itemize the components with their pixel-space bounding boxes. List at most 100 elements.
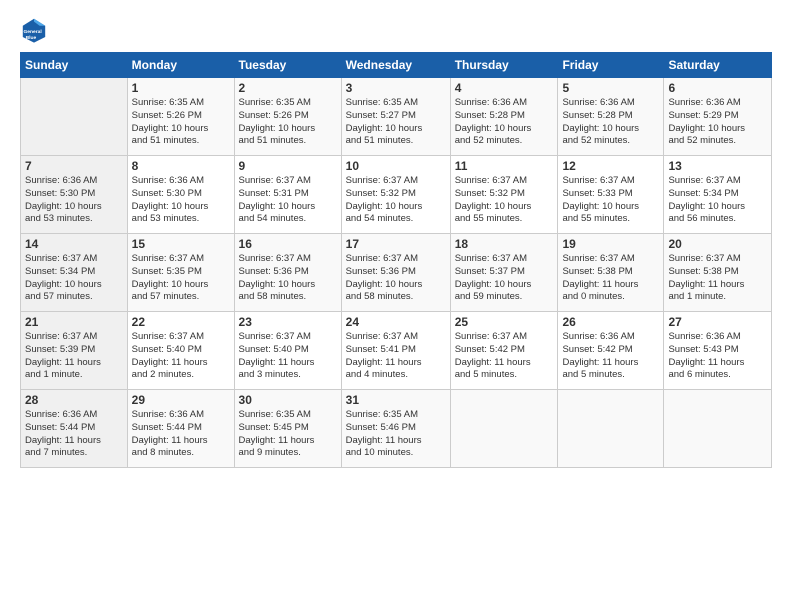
day-number: 21 [25, 315, 123, 329]
calendar-cell: 25Sunrise: 6:37 AM Sunset: 5:42 PM Dayli… [450, 312, 558, 390]
day-number: 10 [346, 159, 446, 173]
cell-content: Sunrise: 6:36 AM Sunset: 5:43 PM Dayligh… [668, 331, 767, 382]
calendar-cell: 22 Sunrise: 6:37 AM Sunset: 5:40 PM Dayli… [127, 312, 234, 390]
calendar-cell [664, 390, 772, 468]
calendar-table: SundayMondayTuesdayWednesdayThursdayFrid… [20, 52, 772, 468]
day-number: 2 [239, 81, 337, 95]
column-header-saturday: Saturday [664, 53, 772, 78]
week-row-3: 14 Sunrise: 6:37 AM Sunset: 5:34 PM Dayli… [21, 234, 772, 312]
cell-content: Sunrise: 6:36 AM Sunset: 5:30 PM Dayligh… [25, 175, 123, 226]
calendar-cell: 14 Sunrise: 6:37 AM Sunset: 5:34 PM Dayli… [21, 234, 128, 312]
cell-content: Sunrise: 6:37 AM Sunset: 5:37 PM Dayligh… [455, 253, 554, 304]
svg-text:General: General [24, 29, 43, 35]
day-number: 27 [668, 315, 767, 329]
calendar-cell: 7 Sunrise: 6:36 AM Sunset: 5:30 PM Daylig… [21, 156, 128, 234]
day-number: 8 [132, 159, 230, 173]
cell-content: Sunrise: 6:37 AM Sunset: 5:36 PM Dayligh… [346, 253, 446, 304]
cell-content: Sunrise: 6:35 AM Sunset: 5:45 PM Dayligh… [239, 409, 337, 460]
calendar-cell: 28 Sunrise: 6:36 AM Sunset: 5:44 PM Dayli… [21, 390, 128, 468]
cell-content: Sunrise: 6:36 AM Sunset: 5:28 PM Dayligh… [562, 97, 659, 148]
calendar-cell: 15Sunrise: 6:37 AM Sunset: 5:35 PM Dayli… [127, 234, 234, 312]
day-number: 17 [346, 237, 446, 251]
calendar-cell: 17 Sunrise: 6:37 AM Sunset: 5:36 PM Dayli… [341, 234, 450, 312]
cell-content: Sunrise: 6:35 AM Sunset: 5:27 PM Dayligh… [346, 97, 446, 148]
day-number: 19 [562, 237, 659, 251]
day-number: 14 [25, 237, 123, 251]
day-number: 22 [132, 315, 230, 329]
calendar-cell: 9 Sunrise: 6:37 AM Sunset: 5:31 PM Daylig… [234, 156, 341, 234]
cell-content: Sunrise: 6:37 AM Sunset: 5:41 PM Dayligh… [346, 331, 446, 382]
cell-content: Sunrise: 6:37 AM Sunset: 5:40 PM Dayligh… [132, 331, 230, 382]
week-row-4: 21 Sunrise: 6:37 AM Sunset: 5:39 PM Dayli… [21, 312, 772, 390]
calendar-cell: 13 Sunrise: 6:37 AM Sunset: 5:34 PM Dayli… [664, 156, 772, 234]
day-number: 7 [25, 159, 123, 173]
logo: General Blue [20, 16, 52, 44]
cell-content: Sunrise: 6:36 AM Sunset: 5:42 PM Dayligh… [562, 331, 659, 382]
day-number: 24 [346, 315, 446, 329]
day-number: 9 [239, 159, 337, 173]
calendar-cell: 30Sunrise: 6:35 AM Sunset: 5:45 PM Dayli… [234, 390, 341, 468]
calendar-cell: 11 Sunrise: 6:37 AM Sunset: 5:32 PM Dayli… [450, 156, 558, 234]
calendar-cell [558, 390, 664, 468]
day-number: 31 [346, 393, 446, 407]
page: General Blue SundayMondayTuesdayWednesda… [0, 0, 792, 478]
calendar-cell: 10Sunrise: 6:37 AM Sunset: 5:32 PM Dayli… [341, 156, 450, 234]
calendar-cell: 27 Sunrise: 6:36 AM Sunset: 5:43 PM Dayli… [664, 312, 772, 390]
column-header-sunday: Sunday [21, 53, 128, 78]
day-number: 18 [455, 237, 554, 251]
calendar-cell: 24 Sunrise: 6:37 AM Sunset: 5:41 PM Dayli… [341, 312, 450, 390]
cell-content: Sunrise: 6:37 AM Sunset: 5:31 PM Dayligh… [239, 175, 337, 226]
cell-content: Sunrise: 6:37 AM Sunset: 5:40 PM Dayligh… [239, 331, 337, 382]
cell-content: Sunrise: 6:36 AM Sunset: 5:30 PM Dayligh… [132, 175, 230, 226]
cell-content: Sunrise: 6:37 AM Sunset: 5:39 PM Dayligh… [25, 331, 123, 382]
calendar-cell: 31Sunrise: 6:35 AM Sunset: 5:46 PM Dayli… [341, 390, 450, 468]
cell-content: Sunrise: 6:37 AM Sunset: 5:38 PM Dayligh… [668, 253, 767, 304]
cell-content: Sunrise: 6:37 AM Sunset: 5:34 PM Dayligh… [668, 175, 767, 226]
cell-content: Sunrise: 6:37 AM Sunset: 5:32 PM Dayligh… [455, 175, 554, 226]
day-number: 12 [562, 159, 659, 173]
cell-content: Sunrise: 6:37 AM Sunset: 5:34 PM Dayligh… [25, 253, 123, 304]
day-number: 29 [132, 393, 230, 407]
day-number: 4 [455, 81, 554, 95]
calendar-cell: 18 Sunrise: 6:37 AM Sunset: 5:37 PM Dayli… [450, 234, 558, 312]
column-header-friday: Friday [558, 53, 664, 78]
calendar-cell: 29 Sunrise: 6:36 AM Sunset: 5:44 PM Dayli… [127, 390, 234, 468]
calendar-cell: 21 Sunrise: 6:37 AM Sunset: 5:39 PM Dayli… [21, 312, 128, 390]
week-row-2: 7 Sunrise: 6:36 AM Sunset: 5:30 PM Daylig… [21, 156, 772, 234]
day-number: 13 [668, 159, 767, 173]
calendar-cell: 6Sunrise: 6:36 AM Sunset: 5:29 PM Daylig… [664, 78, 772, 156]
day-number: 3 [346, 81, 446, 95]
cell-content: Sunrise: 6:35 AM Sunset: 5:26 PM Dayligh… [132, 97, 230, 148]
cell-content: Sunrise: 6:37 AM Sunset: 5:38 PM Dayligh… [562, 253, 659, 304]
cell-content: Sunrise: 6:37 AM Sunset: 5:42 PM Dayligh… [455, 331, 554, 382]
column-header-wednesday: Wednesday [341, 53, 450, 78]
day-number: 28 [25, 393, 123, 407]
cell-content: Sunrise: 6:37 AM Sunset: 5:33 PM Dayligh… [562, 175, 659, 226]
week-row-5: 28 Sunrise: 6:36 AM Sunset: 5:44 PM Dayli… [21, 390, 772, 468]
header: General Blue [20, 16, 772, 44]
column-header-monday: Monday [127, 53, 234, 78]
day-number: 16 [239, 237, 337, 251]
cell-content: Sunrise: 6:37 AM Sunset: 5:35 PM Dayligh… [132, 253, 230, 304]
calendar-cell: 20 Sunrise: 6:37 AM Sunset: 5:38 PM Dayli… [664, 234, 772, 312]
cell-content: Sunrise: 6:37 AM Sunset: 5:36 PM Dayligh… [239, 253, 337, 304]
cell-content: Sunrise: 6:36 AM Sunset: 5:28 PM Dayligh… [455, 97, 554, 148]
column-header-tuesday: Tuesday [234, 53, 341, 78]
cell-content: Sunrise: 6:36 AM Sunset: 5:29 PM Dayligh… [668, 97, 767, 148]
calendar-cell: 5Sunrise: 6:36 AM Sunset: 5:28 PM Daylig… [558, 78, 664, 156]
calendar-cell: 16 Sunrise: 6:37 AM Sunset: 5:36 PM Dayli… [234, 234, 341, 312]
calendar-cell: 1 Sunrise: 6:35 AM Sunset: 5:26 PM Daylig… [127, 78, 234, 156]
day-number: 20 [668, 237, 767, 251]
logo-icon: General Blue [20, 16, 48, 44]
calendar-cell: 23Sunrise: 6:37 AM Sunset: 5:40 PM Dayli… [234, 312, 341, 390]
calendar-cell [450, 390, 558, 468]
day-number: 11 [455, 159, 554, 173]
calendar-cell: 12 Sunrise: 6:37 AM Sunset: 5:33 PM Dayli… [558, 156, 664, 234]
cell-content: Sunrise: 6:36 AM Sunset: 5:44 PM Dayligh… [132, 409, 230, 460]
day-number: 1 [132, 81, 230, 95]
calendar-cell [21, 78, 128, 156]
column-header-thursday: Thursday [450, 53, 558, 78]
calendar-cell: 8 Sunrise: 6:36 AM Sunset: 5:30 PM Daylig… [127, 156, 234, 234]
cell-content: Sunrise: 6:36 AM Sunset: 5:44 PM Dayligh… [25, 409, 123, 460]
calendar-cell: 3 Sunrise: 6:35 AM Sunset: 5:27 PM Daylig… [341, 78, 450, 156]
